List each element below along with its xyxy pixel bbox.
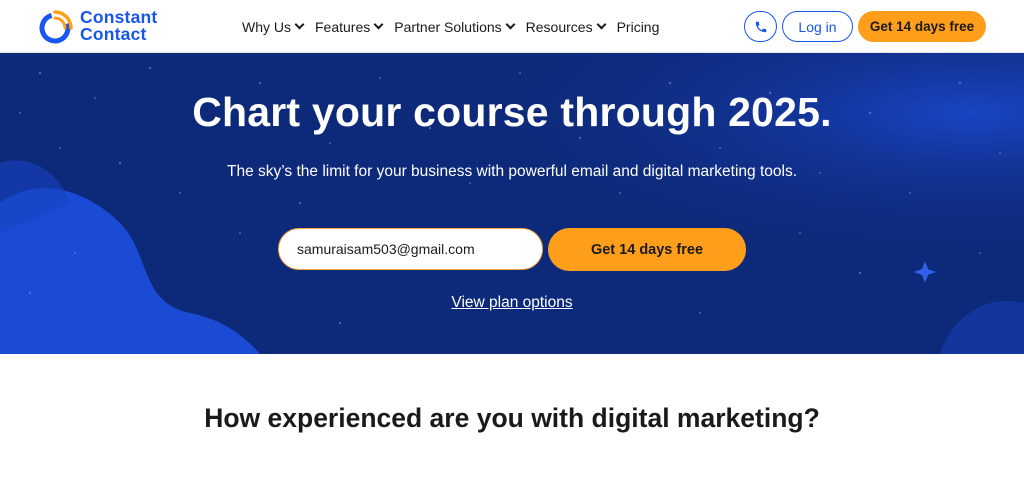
login-button[interactable]: Log in — [782, 11, 853, 42]
view-plan-options-link[interactable]: View plan options — [451, 294, 572, 311]
nav-item-features[interactable]: Features — [315, 18, 384, 35]
chevron-down-icon — [294, 19, 305, 30]
constant-contact-logo-icon — [39, 10, 73, 44]
nav-item-label: Features — [315, 18, 371, 35]
brand-name-line2: Contact — [80, 24, 147, 44]
experience-question-heading: How experienced are you with digital mar… — [204, 403, 820, 433]
main-nav: Why Us Features Partner Solutions Resour… — [242, 0, 671, 53]
brand-logo-link[interactable]: Constant Contact — [37, 8, 177, 46]
nav-item-why-us[interactable]: Why Us — [242, 18, 305, 35]
nav-item-label: Pricing — [616, 18, 660, 35]
nav-item-label: Resources — [525, 18, 593, 35]
chevron-down-icon — [596, 19, 607, 30]
hero-free-trial-button[interactable]: Get 14 days free — [548, 228, 746, 271]
chevron-down-icon — [505, 19, 516, 30]
nav-item-label: Why Us — [242, 18, 291, 35]
nav-item-partner-solutions[interactable]: Partner Solutions — [394, 18, 516, 35]
hero-title: Chart your course through 2025. — [192, 89, 832, 135]
phone-icon — [755, 21, 766, 32]
brand-name: Constant Contact — [80, 8, 157, 44]
header-free-trial-button[interactable]: Get 14 days free — [858, 11, 986, 42]
nav-item-label: Partner Solutions — [394, 18, 502, 35]
nav-item-resources[interactable]: Resources — [525, 18, 607, 35]
site-header: Constant Contact Why Us Features Partner… — [0, 0, 1024, 53]
nav-item-pricing[interactable]: Pricing — [617, 19, 660, 35]
plan-options-container: View plan options — [0, 294, 1024, 312]
phone-button[interactable] — [744, 11, 777, 42]
email-input[interactable] — [278, 228, 543, 270]
hero-section: Chart your course through 2025. The sky’… — [0, 53, 1024, 354]
chevron-down-icon — [373, 19, 384, 30]
hero-subtitle: The sky’s the limit for your business wi… — [226, 163, 798, 180]
